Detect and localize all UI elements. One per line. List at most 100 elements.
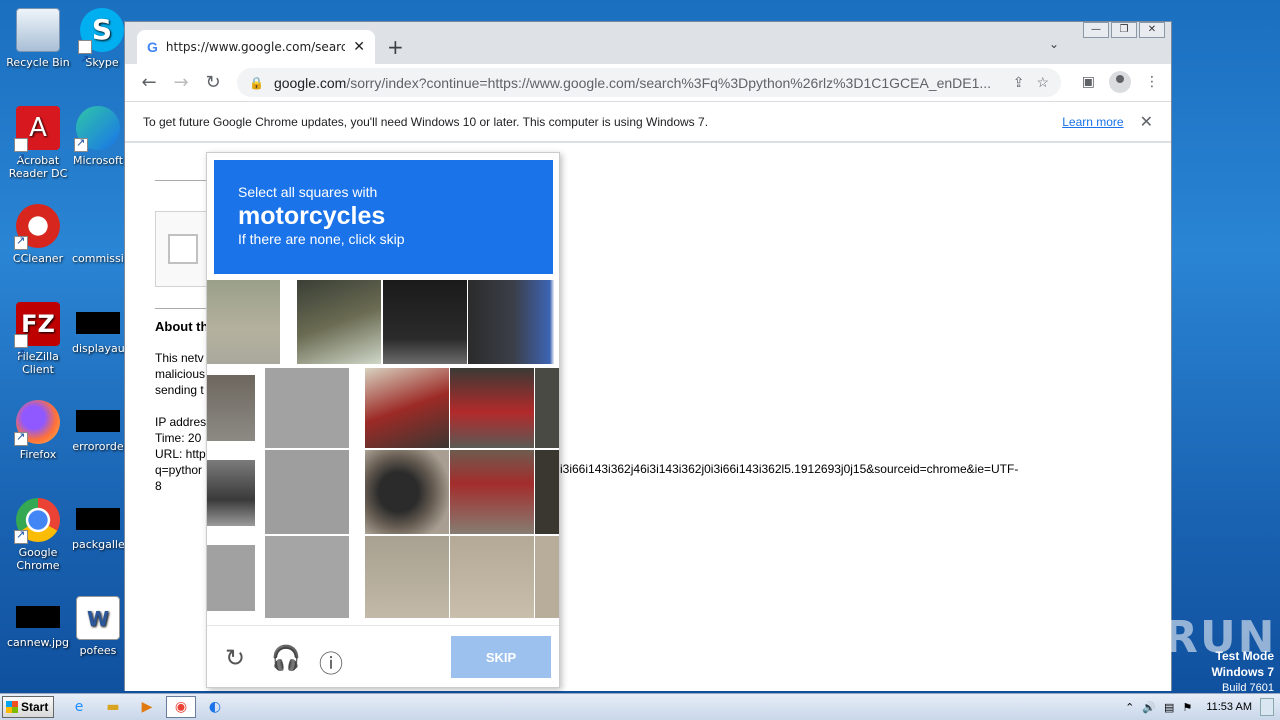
url-path: /sorry/index?continue=https://www.google… — [346, 74, 992, 91]
url-value-text: 8 — [155, 479, 162, 493]
test-mode-label: Test Mode Windows 7 Build 7601 — [1211, 648, 1274, 696]
volume-icon[interactable]: 🔊 — [1142, 701, 1156, 714]
profile-avatar-icon[interactable] — [1109, 71, 1131, 93]
captcha-tile[interactable] — [468, 280, 559, 364]
page-text: sending t — [155, 383, 204, 397]
desktop-icon-recycle-bin[interactable]: Recycle Bin — [0, 8, 76, 69]
infobar-close-icon[interactable]: ✕ — [1140, 112, 1153, 132]
info-icon[interactable]: ⓘ — [319, 644, 343, 679]
captcha-tile[interactable] — [265, 536, 349, 618]
captcha-tile[interactable] — [450, 450, 534, 534]
captcha-tile[interactable] — [383, 280, 467, 364]
word-doc-icon: W — [76, 596, 120, 640]
reload-icon[interactable]: ↻ — [197, 72, 229, 93]
desktop-icon-errororde[interactable]: errororde — [72, 400, 124, 453]
captcha-tile[interactable] — [535, 450, 559, 534]
captcha-tile[interactable] — [365, 536, 449, 618]
tab-title: https://www.google.com/search?q= — [165, 40, 346, 54]
action-center-flag-icon[interactable]: ⚑ — [1182, 701, 1192, 714]
captcha-header: Select all squares with motorcycles If t… — [214, 160, 553, 274]
captcha-hint: If there are none, click skip — [238, 231, 405, 247]
ip-address-text: IP addres — [155, 415, 207, 429]
captcha-tile[interactable] — [265, 368, 349, 448]
captcha-tile[interactable] — [207, 280, 280, 364]
captcha-tile[interactable] — [207, 545, 255, 611]
desktop-icon-pofees[interactable]: W pofees — [72, 596, 124, 657]
url-label-text: URL: http — [155, 447, 206, 461]
desktop-icon-skype[interactable]: S Skype — [72, 8, 132, 82]
forward-icon[interactable]: → — [165, 72, 197, 93]
captcha-tile[interactable] — [535, 536, 559, 618]
bookmark-star-icon[interactable]: ☆ — [1036, 74, 1049, 91]
window-controls: — ❐ ✕ — [1083, 22, 1165, 38]
skip-button[interactable]: SKIP — [451, 636, 551, 678]
show-hidden-icons-icon[interactable]: ⌃ — [1125, 701, 1134, 714]
captcha-tile[interactable] — [535, 368, 559, 448]
share-icon[interactable]: ⇪ — [1013, 74, 1025, 91]
browser-toolbar: ← → ↻ 🔒 google.com/sorry/index?continue=… — [125, 64, 1171, 101]
explorer-folder-icon[interactable]: ▬ — [98, 696, 128, 718]
time-text: Time: 20 — [155, 431, 202, 445]
captcha-tile[interactable] — [365, 450, 449, 534]
acrobat-icon: A — [14, 106, 60, 180]
desktop-icon-ccleaner[interactable]: CCleaner — [0, 204, 76, 265]
captcha-tile[interactable] — [207, 460, 255, 526]
close-window-button[interactable]: ✕ — [1139, 22, 1165, 38]
captcha-tile[interactable] — [297, 280, 381, 364]
chrome-taskbar-icon[interactable]: ◉ — [166, 696, 196, 718]
desktop-icon-firefox[interactable]: Firefox — [0, 400, 76, 461]
minimize-button[interactable]: — — [1083, 22, 1109, 38]
desktop-icon-chrome[interactable]: Google Chrome — [0, 498, 76, 572]
clock[interactable]: 11:53 AM — [1206, 701, 1252, 713]
tab-google-search[interactable]: G https://www.google.com/search?q= ✕ — [137, 30, 375, 64]
url-host: google.com — [273, 74, 347, 91]
chrome-icon — [14, 498, 60, 544]
desktop-icon-edge[interactable]: Microsoft — [72, 106, 124, 167]
start-button[interactable]: Start — [2, 696, 54, 718]
captcha-tile[interactable] — [365, 368, 449, 448]
file-icon — [76, 312, 120, 334]
ccleaner-icon — [14, 204, 60, 250]
desktop-icon-packgallei[interactable]: packgallei — [72, 498, 128, 551]
file-icon — [76, 508, 120, 530]
desktop-icon-displayau[interactable]: displayau — [72, 302, 125, 355]
ie-icon[interactable]: e — [64, 696, 94, 718]
menu-kebab-icon[interactable]: ⋮ — [1145, 74, 1159, 90]
edge-taskbar-icon[interactable]: ◐ — [200, 696, 230, 718]
side-panel-icon[interactable]: ▣ — [1082, 74, 1095, 90]
taskbar: Start e ▬ ▶ ◉ ◐ ⌃ 🔊 ▤ ⚑ 11:53 AM — [0, 693, 1280, 720]
media-player-icon[interactable]: ▶ — [132, 696, 162, 718]
update-infobar: To get future Google Chrome updates, you… — [125, 101, 1171, 142]
learn-more-link[interactable]: Learn more — [1062, 115, 1123, 129]
tab-close-icon[interactable]: ✕ — [353, 39, 365, 55]
captcha-footer: ↻ 🎧 ⓘ SKIP — [207, 625, 559, 687]
edge-icon — [74, 106, 120, 152]
new-tab-button[interactable]: + — [387, 35, 404, 59]
tab-search-chevron-icon[interactable]: ⌄ — [1049, 37, 1059, 51]
test-mode-text: Test Mode — [1215, 649, 1274, 663]
desktop-icon-cannew[interactable]: cannew.jpg — [0, 596, 76, 649]
restore-button[interactable]: ❐ — [1111, 22, 1137, 38]
network-icon[interactable]: ▤ — [1164, 701, 1174, 714]
reload-challenge-icon[interactable]: ↻ — [225, 644, 245, 672]
captcha-tile[interactable] — [450, 368, 534, 448]
file-icon — [76, 204, 120, 248]
captcha-tile[interactable] — [450, 536, 534, 618]
desktop-icon-commission[interactable]: commissio — [72, 204, 131, 265]
address-bar[interactable]: 🔒 google.com/sorry/index?continue=https:… — [237, 68, 1061, 97]
infobar-message: To get future Google Chrome updates, you… — [143, 114, 709, 129]
desktop-icon-filezilla[interactable]: FZ FileZilla Client — [0, 302, 76, 376]
back-icon[interactable]: ← — [133, 72, 165, 93]
desktop-icon-acrobat[interactable]: A Acrobat Reader DC — [0, 106, 76, 180]
captcha-keyword: motorcycles — [238, 202, 386, 230]
filezilla-icon: FZ — [14, 302, 60, 376]
captcha-image-grid — [207, 280, 559, 618]
captcha-tile[interactable] — [207, 375, 255, 441]
system-tray: ⌃ 🔊 ▤ ⚑ 11:53 AM — [1125, 698, 1274, 716]
audio-challenge-icon[interactable]: 🎧 — [271, 644, 301, 672]
captcha-tile[interactable] — [265, 450, 349, 534]
show-desktop-button[interactable] — [1260, 698, 1274, 716]
firefox-icon — [14, 400, 60, 446]
page-text: malicious — [155, 367, 206, 381]
skype-icon: S — [78, 8, 124, 82]
